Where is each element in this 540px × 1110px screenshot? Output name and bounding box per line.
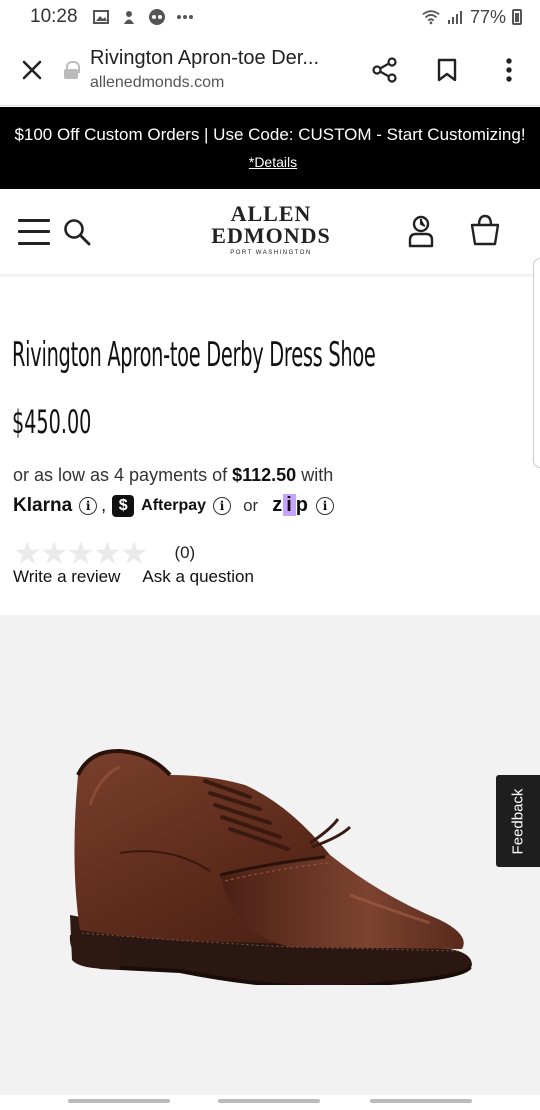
image-icon: [92, 9, 110, 25]
share-icon: [372, 56, 397, 83]
zip-info-icon[interactable]: i: [315, 496, 334, 515]
notification-icon: [120, 9, 138, 25]
write-review-link[interactable]: Write a review: [13, 567, 120, 587]
more-icon: [176, 9, 194, 25]
wifi-icon: [422, 9, 440, 25]
klarna-logo: Klarna: [13, 494, 73, 516]
tab-title: Rivington Apron-toe Der...: [90, 47, 320, 69]
logo-sub: PORT WASHINGTON: [230, 250, 312, 256]
zip-p: p: [295, 494, 309, 516]
afterpay-icon: $: [112, 494, 135, 517]
ask-question-link[interactable]: Ask a question: [142, 567, 254, 587]
or-separator: or: [243, 495, 259, 515]
installments-prefix: or as low as 4 payments of: [13, 465, 228, 485]
lock-icon: [64, 60, 80, 79]
afterpay-logo: Afterpay: [141, 496, 207, 514]
feedback-tab[interactable]: Feedback: [496, 775, 540, 867]
close-icon: [22, 60, 42, 79]
app-icon: [148, 9, 166, 25]
promo-details-link[interactable]: *Details: [249, 154, 297, 170]
comma-separator: ,: [101, 495, 107, 515]
installments-amount: $112.50: [232, 465, 297, 485]
more-vert-icon: [506, 57, 512, 82]
afterpay-info-icon[interactable]: i: [213, 496, 232, 515]
status-bar: 10:28 77%: [0, 0, 540, 34]
installments-text: or as low as 4 payments of $112.50 with: [13, 465, 333, 486]
battery-icon: [512, 9, 522, 25]
installments-suffix: with: [301, 465, 334, 485]
domain-text: allenedmonds.com: [90, 74, 225, 91]
account-icon[interactable]: [406, 214, 436, 248]
close-tab-button[interactable]: [0, 34, 64, 106]
search-icon[interactable]: [62, 217, 92, 247]
feedback-label: Feedback: [509, 788, 527, 854]
status-time: 10:28: [30, 6, 78, 27]
site-header: ALLEN EDMONDS PORT WASHINGTON: [0, 189, 540, 275]
bookmark-button[interactable]: [416, 34, 478, 106]
product-price: $450.00: [12, 403, 92, 441]
more-options-button[interactable]: [478, 34, 540, 106]
review-links: Write a review Ask a question: [13, 567, 254, 587]
logo-line1: ALLEN: [230, 201, 312, 226]
klarna-info-icon[interactable]: i: [79, 496, 98, 515]
browser-toolbar: Rivington Apron-toe Der... allenedmonds.…: [0, 34, 540, 106]
product-title: Rivington Apron-toe Derby Dress Shoe: [12, 335, 376, 375]
hamburger-menu-icon[interactable]: [18, 218, 50, 245]
product-image-area[interactable]: [0, 615, 540, 1095]
promo-banner: $100 Off Custom Orders | Use Code: CUSTO…: [0, 107, 540, 189]
share-button[interactable]: [354, 34, 416, 106]
signal-icon: [446, 9, 464, 25]
bookmark-icon: [437, 58, 457, 81]
payment-options: Klarna i , $ Afterpay i or zip i: [13, 494, 334, 517]
edge-panel-handle[interactable]: [533, 258, 540, 468]
zip-z: z: [272, 494, 284, 516]
shopping-bag-icon[interactable]: [469, 213, 501, 247]
battery-percent: 77%: [469, 6, 506, 27]
zip-logo: zip: [272, 494, 309, 517]
product-shoe-image: [69, 748, 472, 985]
review-count: (0): [174, 543, 196, 562]
allen-edmonds-logo[interactable]: ALLEN EDMONDS PORT WASHINGTON: [205, 201, 337, 257]
zip-i: i: [283, 494, 296, 516]
promo-text: $100 Off Custom Orders | Use Code: CUSTO…: [14, 125, 526, 144]
bottom-gesture-bar: [0, 1095, 540, 1110]
logo-line2: EDMONDS: [211, 223, 331, 248]
url-bar[interactable]: Rivington Apron-toe Der... allenedmonds.…: [64, 34, 354, 106]
